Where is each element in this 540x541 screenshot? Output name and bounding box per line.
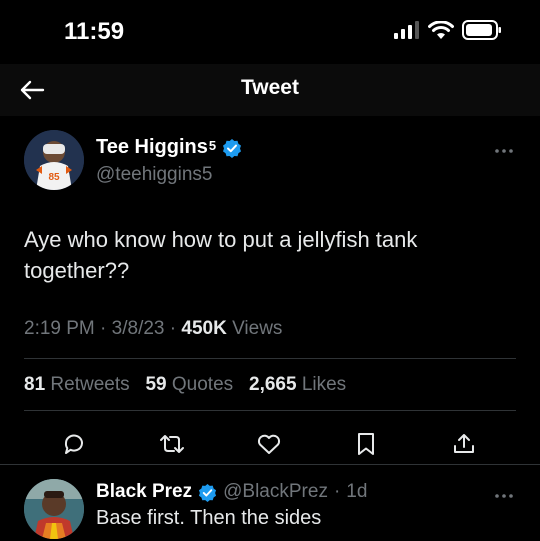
author-name-superscript: 5 [208,138,217,153]
views-count: 450K [181,318,227,339]
meta-separator: · [169,318,182,339]
reply-icon [64,434,83,454]
share-icon [454,434,474,453]
more-dots-icon[interactable] [494,138,514,159]
author-name-text: Tee Higgins [96,136,208,158]
reply-avatar[interactable] [24,479,84,539]
retweets-stat[interactable]: 81 Retweets [24,374,130,395]
tweet-text: Aye who know how to put a jellyfish tank… [24,227,418,283]
heart-icon [257,434,281,454]
reply-author-name[interactable]: Black Prez [96,481,192,503]
quotes-label: Quotes [171,374,234,395]
reply-author-handle[interactable]: @BlackPrez [223,481,328,503]
verified-badge-icon [223,138,242,158]
retweets-label: Retweets [50,374,130,395]
author-handle[interactable]: @teehiggins5 [96,164,212,186]
status-icons [394,20,502,40]
reply-user-photo-icon [24,479,84,539]
reply-button[interactable] [60,430,88,458]
bookmark-icon [358,433,374,455]
tweet-actions [0,422,540,466]
nav-bar: Tweet [0,64,540,116]
svg-text:85: 85 [48,172,60,183]
retweets-count: 81 [24,374,46,395]
retweet-icon [160,435,184,453]
author-avatar[interactable]: 85 [24,130,84,190]
signal-icon [394,21,419,39]
player-photo-icon: 85 [24,130,84,190]
status-bar: 11:59 [0,0,540,64]
tweet-stats: 81 Retweets 59 Quotes 2,665 Likes [24,374,346,396]
reply-age: 1d [346,481,368,502]
reply-text: Base first. Then the sides [96,507,322,529]
share-button[interactable] [450,430,478,458]
retweet-button[interactable] [158,430,186,458]
more-dots-icon[interactable] [494,483,514,504]
quotes-count: 59 [145,374,167,395]
meta-separator: · [100,318,112,339]
divider [24,358,516,359]
reply-tweet[interactable]: Black Prez @BlackPrez · 1d Base first. T… [0,464,540,541]
likes-stat[interactable]: 2,665 Likes [249,374,346,395]
page-title: Tweet [241,76,299,99]
author-name[interactable]: Tee Higgins 5 [96,136,242,159]
reply-header: Black Prez @BlackPrez · 1d [96,481,367,503]
quotes-stat[interactable]: 59 Quotes [145,374,233,395]
divider [24,410,516,411]
views-label: Views [232,318,283,339]
wifi-icon [428,20,454,39]
tweet-time: 2:19 PM [24,318,95,339]
bookmark-button[interactable] [352,430,380,458]
battery-icon [462,20,501,40]
status-time: 11:59 [64,18,125,45]
reply-separator: · [333,481,341,502]
like-button[interactable] [255,430,283,458]
verified-badge-icon [199,483,217,502]
likes-count: 2,665 [249,374,297,395]
tweet-meta: 2:19 PM · 3/8/23 · 450K Views [24,318,282,340]
tweet-date: 3/8/23 [111,318,165,339]
likes-label: Likes [301,374,347,395]
